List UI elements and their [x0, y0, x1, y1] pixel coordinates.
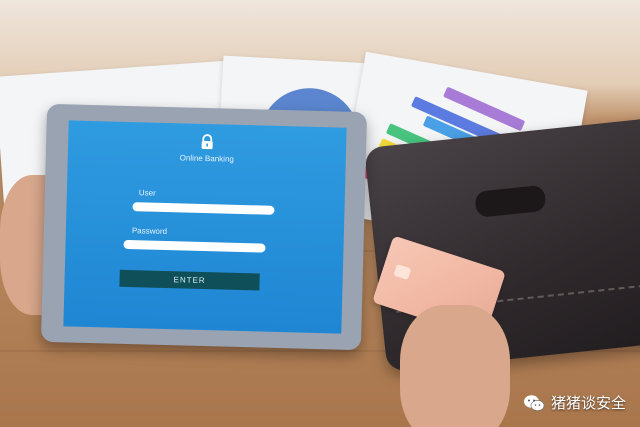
user-input[interactable] [132, 202, 275, 215]
wechat-icon [523, 394, 545, 411]
right-hand [400, 305, 510, 427]
password-label: Password [131, 226, 168, 237]
password-input[interactable] [123, 239, 266, 253]
lock-icon [201, 134, 213, 150]
enter-button[interactable]: ENTER [119, 269, 260, 291]
tablet-screen: Online Banking User Password ENTER [63, 120, 347, 334]
card-chip [393, 263, 412, 280]
tablet-device: Online Banking User Password ENTER [40, 103, 368, 351]
watermark-text: 猪猪谈安全 [550, 395, 626, 412]
page-title: Online Banking [179, 153, 235, 164]
watermark: 猪猪谈安全 [523, 392, 626, 413]
photo-scene: Online Banking User Password ENTER 猪猪谈安全 [0, 0, 640, 427]
notebook-strap [474, 184, 547, 218]
user-label: User [138, 188, 156, 198]
